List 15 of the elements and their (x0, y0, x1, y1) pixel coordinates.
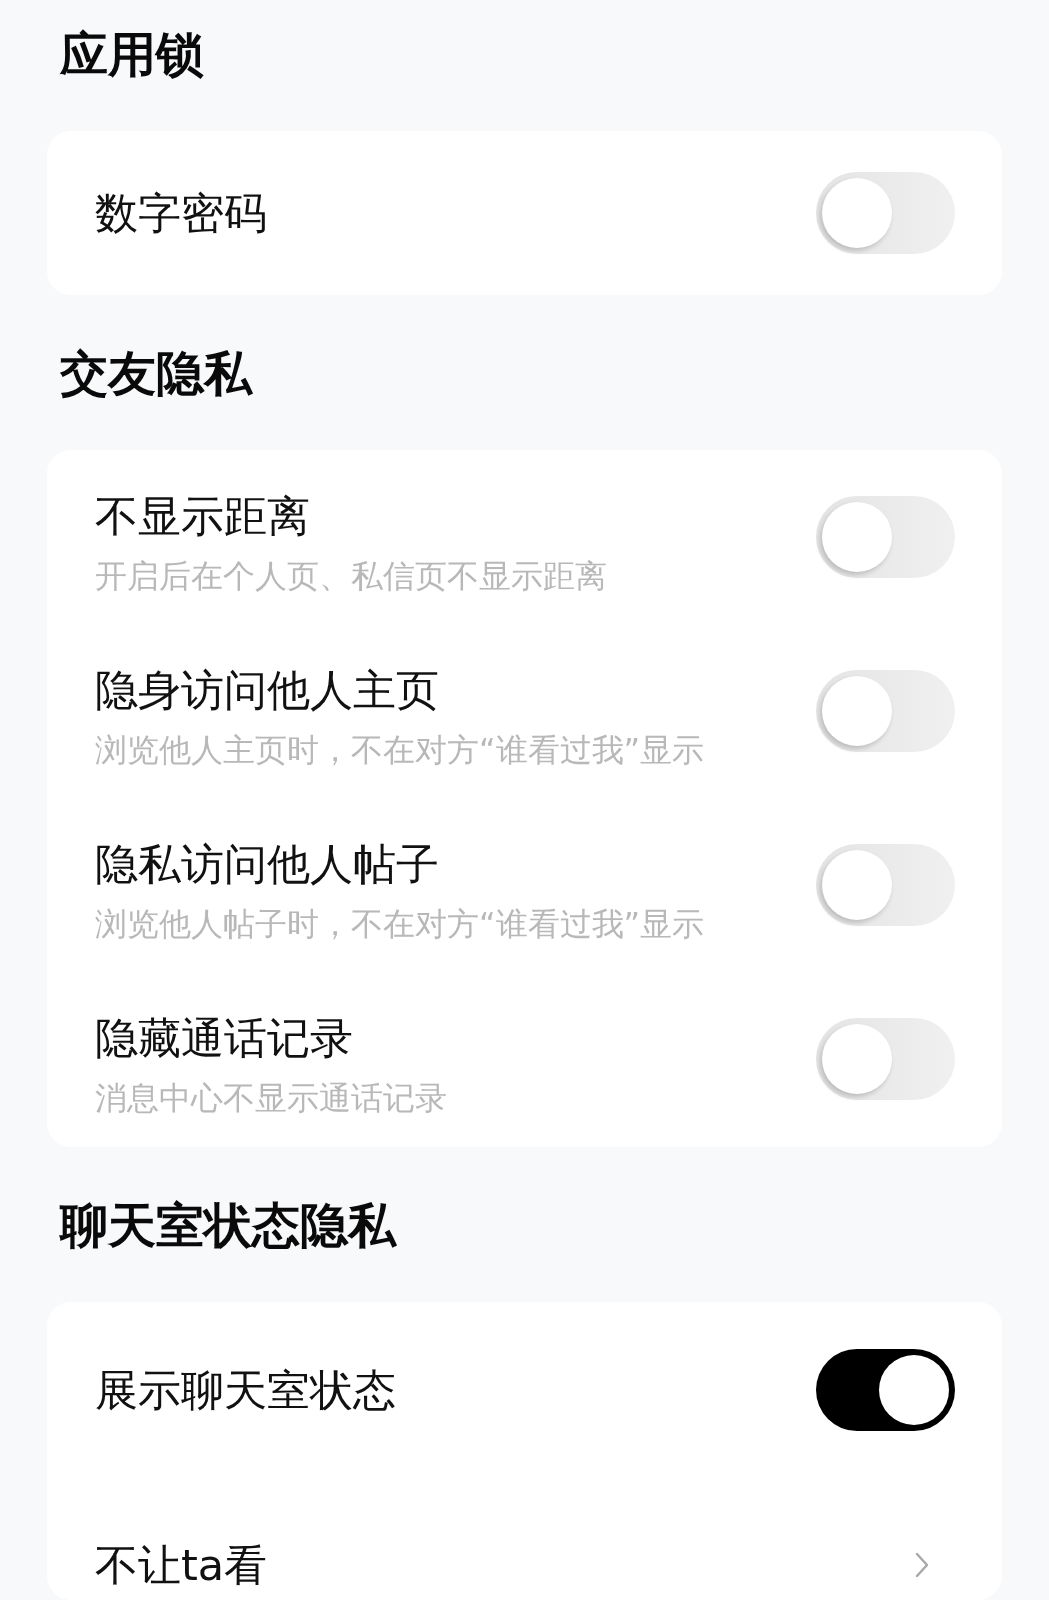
setting-description: 浏览他人主页时，不在对方“谁看过我”显示 (95, 730, 705, 770)
setting-description: 消息中心不显示通话记录 (95, 1078, 447, 1118)
section-heading: 交友隐私 (60, 345, 252, 401)
setting-label: 不显示距离 (95, 492, 310, 540)
section-heading: 应用锁 (60, 26, 204, 82)
setting-label: 数字密码 (95, 189, 267, 237)
setting-description: 浏览他人帖子时，不在对方“谁看过我”显示 (95, 904, 705, 944)
setting-label: 展示聊天室状态 (95, 1366, 396, 1414)
setting-label: 隐私访问他人帖子 (95, 840, 439, 888)
section-heading: 聊天室状态隐私 (60, 1197, 396, 1253)
setting-description: 开启后在个人页、私信页不显示距离 (95, 556, 607, 596)
setting-label: 隐身访问他人主页 (95, 666, 439, 714)
setting-label: 不让ta看 (95, 1541, 268, 1589)
chevron-right-icon[interactable] (915, 1552, 929, 1578)
setting-label: 隐藏通话记录 (95, 1014, 353, 1062)
